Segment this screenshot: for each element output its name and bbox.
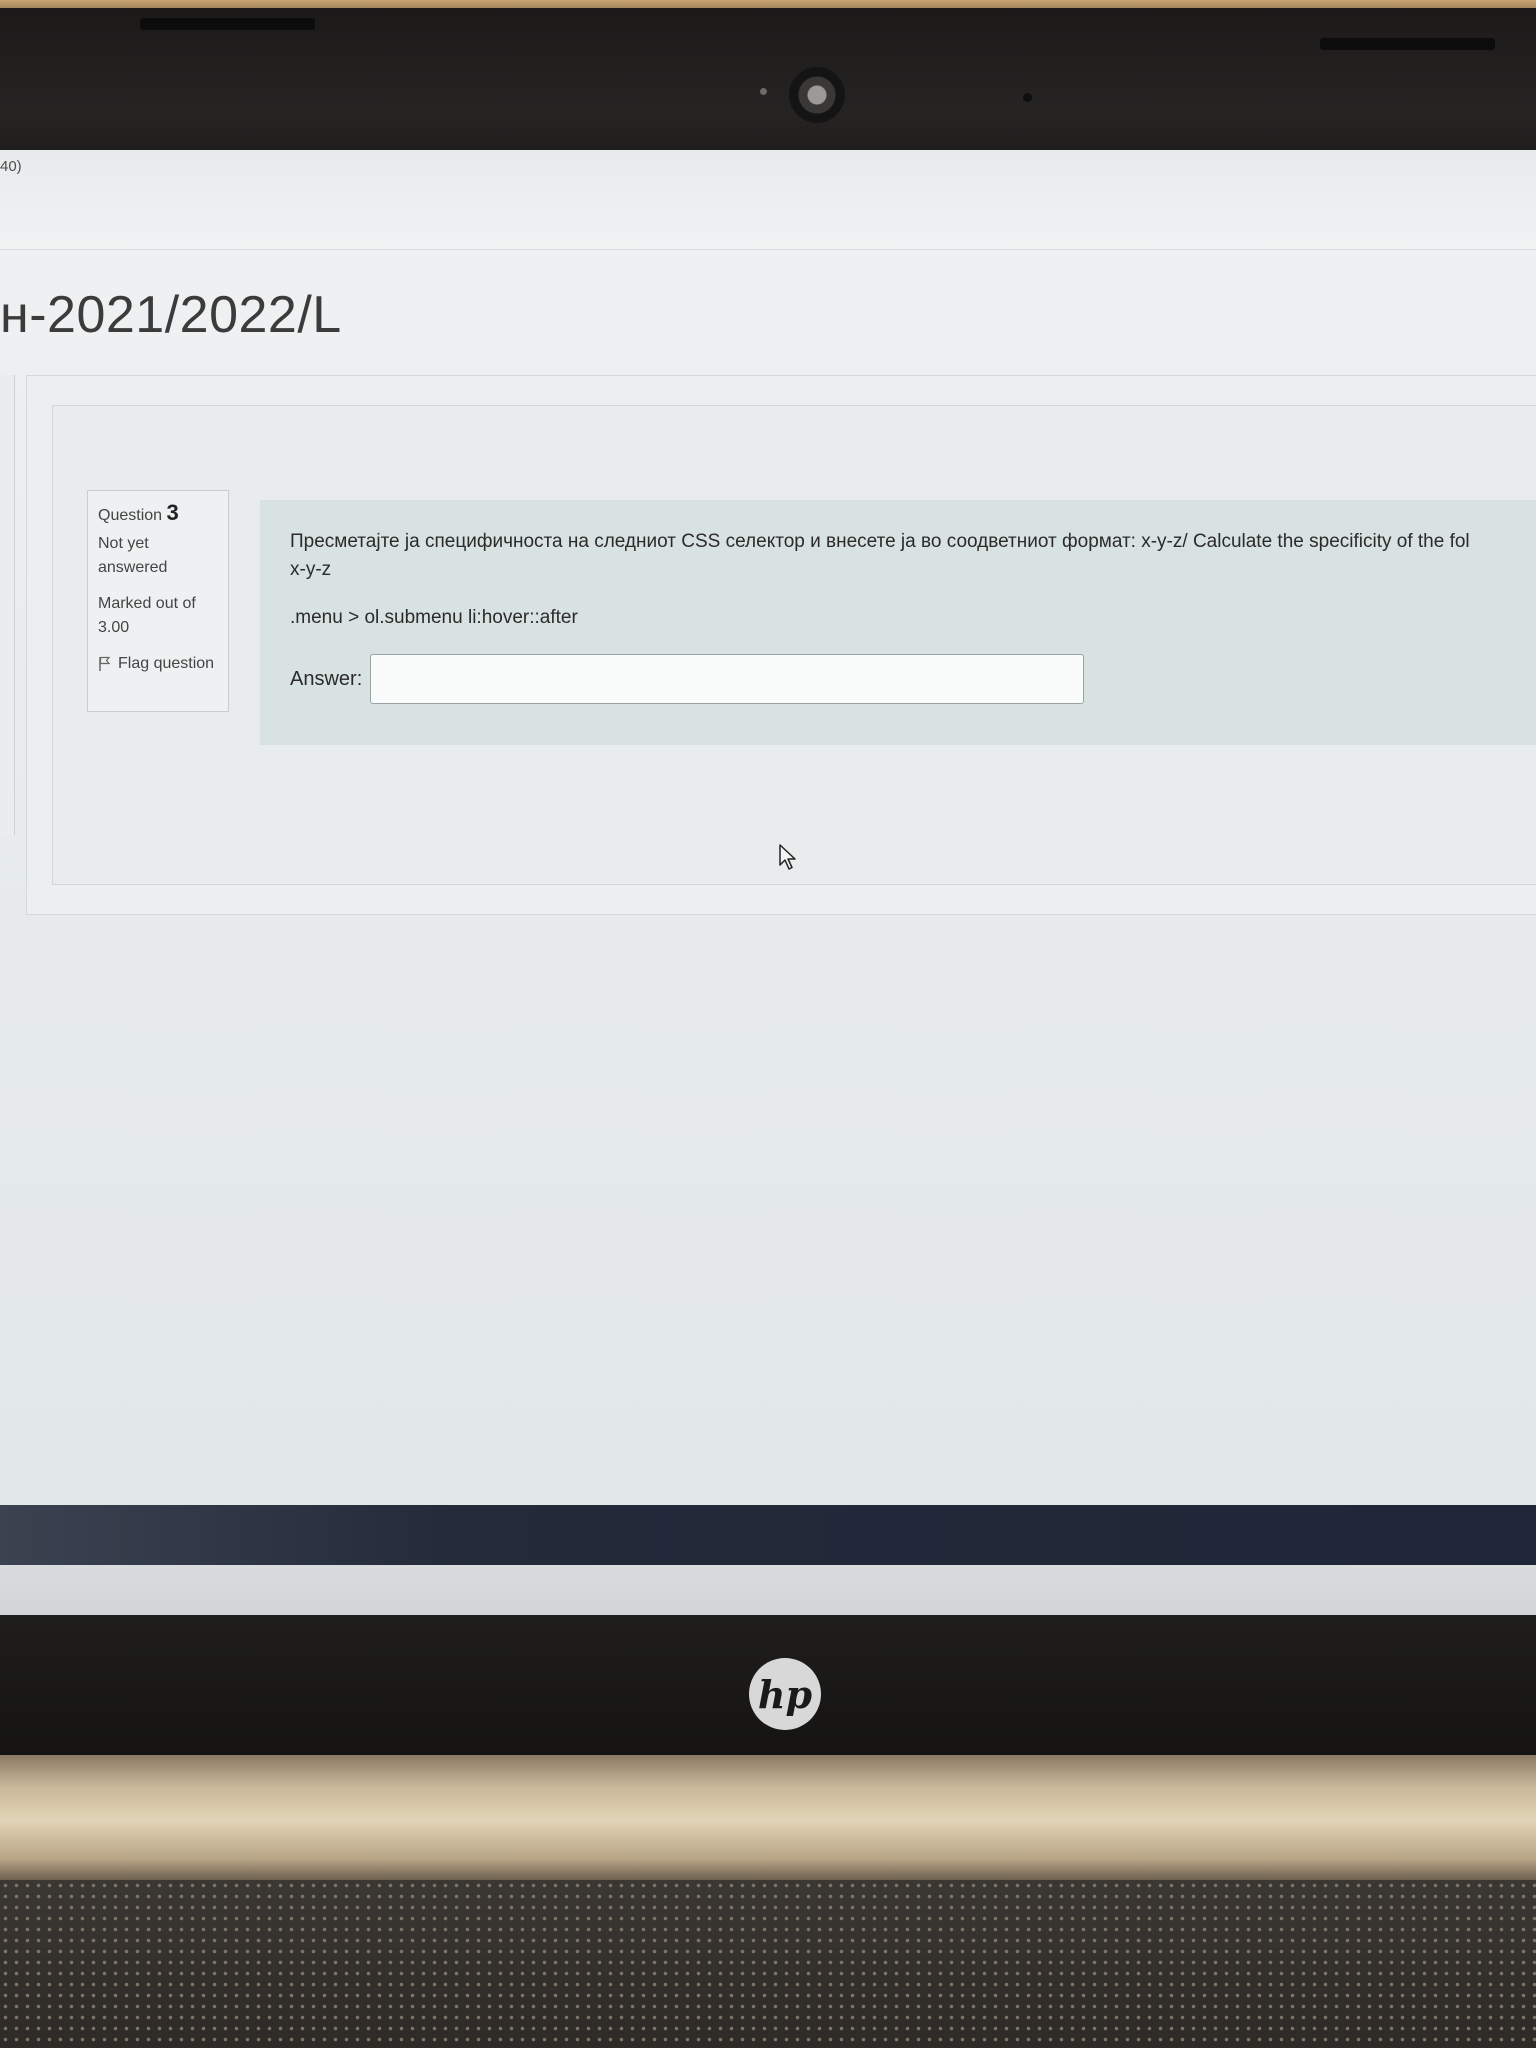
laptop-screen: 40) н-2021/2022/L Question 3 Not yet ans… — [0, 150, 1536, 1630]
question-number: Question 3 — [98, 501, 218, 528]
answer-row: Answer: — [290, 654, 1530, 704]
webcam-icon — [789, 67, 845, 123]
left-sidebar-edge — [0, 375, 15, 835]
page-title: н-2021/2022/L — [0, 286, 342, 344]
css-selector-text: .menu > ol.submenu li:hover::after — [290, 607, 578, 628]
question-number-value: 3 — [166, 500, 179, 525]
bezel-trim-right — [1320, 38, 1495, 50]
microphone-dot — [1023, 93, 1032, 102]
ambient-light-sensor — [760, 88, 767, 95]
question-state: Not yet answered — [98, 535, 168, 576]
bezel-trim-left — [140, 18, 315, 30]
question-text: Пресметајте ја специфичноста на следниот… — [290, 531, 1470, 552]
question-label: Question — [98, 507, 163, 524]
flag-icon — [99, 656, 111, 671]
speaker-grille — [0, 1880, 1536, 2048]
page-header-bar: 40) — [0, 150, 1536, 250]
flag-question-label: Flag question — [118, 655, 215, 672]
timer-fragment: 40) — [0, 158, 22, 175]
taskbar — [0, 1505, 1536, 1565]
answer-format: x-y-z — [290, 559, 332, 580]
flag-question-button[interactable]: Flag question — [98, 652, 218, 676]
laptop-top-bezel — [0, 8, 1536, 158]
question-grade: Marked out of 3.00 — [98, 595, 196, 636]
mouse-cursor-icon — [779, 844, 796, 870]
answer-input[interactable] — [370, 654, 1085, 704]
hp-logo: hp — [749, 1658, 821, 1730]
laptop-hinge — [0, 1755, 1536, 1885]
question-info-box: Question 3 Not yet answered Marked out o… — [87, 490, 229, 712]
question-content: Пресметајте ја специфичноста на следниот… — [260, 500, 1536, 745]
answer-label: Answer: — [290, 667, 363, 690]
